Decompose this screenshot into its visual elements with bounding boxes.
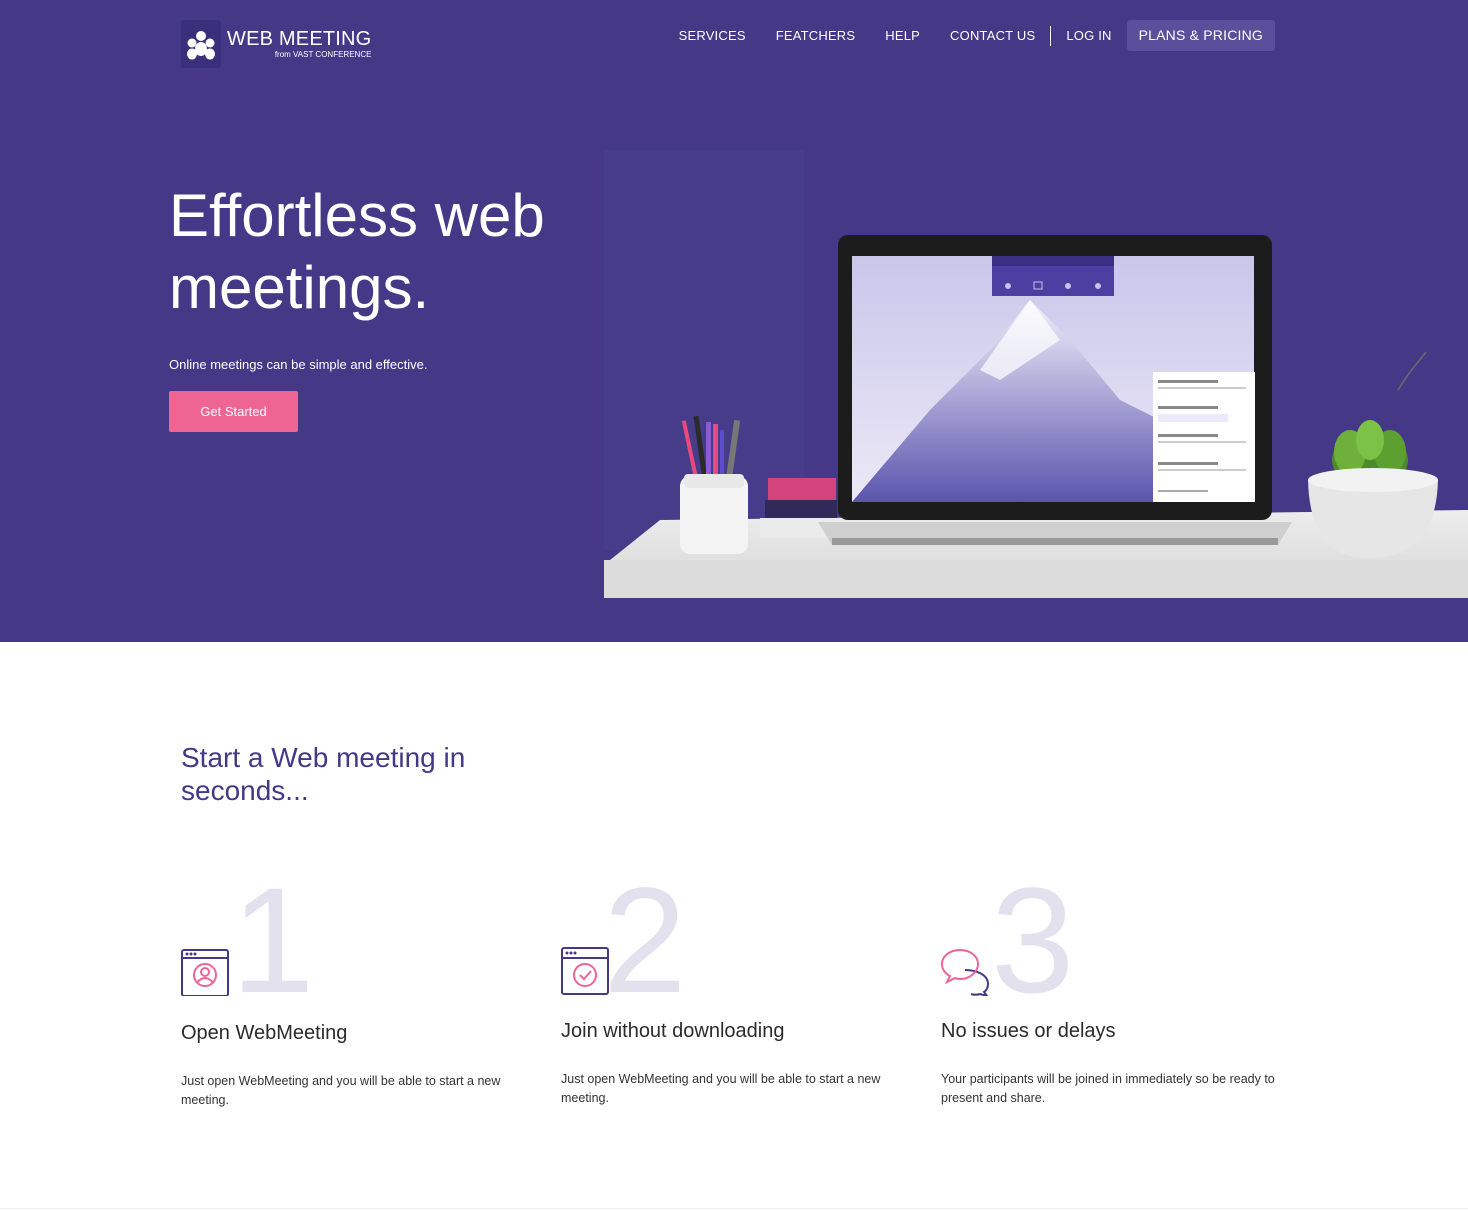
get-started-button[interactable]: Get Started bbox=[169, 391, 298, 432]
steps-heading: Start a Web meeting in seconds... bbox=[181, 742, 466, 806]
nav-divider bbox=[1050, 25, 1052, 46]
people-logo-icon bbox=[181, 20, 221, 68]
step-title: No issues or delays bbox=[941, 1020, 1116, 1042]
brand-subtitle: from VAST CONFERENCE bbox=[274, 50, 372, 59]
brand-title: WEB MEETING bbox=[227, 28, 372, 50]
hero-title: Effortless web meetings. bbox=[169, 182, 545, 321]
step-number: 1 bbox=[231, 856, 315, 1024]
step-description: Your participants will be joined in imme… bbox=[941, 1072, 1275, 1105]
desk-laptop-illustration bbox=[604, 150, 1468, 598]
brand-logo[interactable]: WEB MEETING from VAST CONFERENCE bbox=[181, 20, 371, 68]
chat-bubbles-icon bbox=[941, 948, 990, 996]
browser-user-icon bbox=[181, 949, 229, 996]
step-description: Just open WebMeeting and you will be abl… bbox=[561, 1072, 881, 1105]
step-title: Join without downloading bbox=[561, 1020, 785, 1042]
hero-section: WEB MEETING from VAST CONFERENCE SERVICE… bbox=[0, 0, 1468, 642]
plant-pot bbox=[1308, 351, 1438, 559]
step-number: 3 bbox=[991, 856, 1075, 1024]
plans-pricing-button[interactable]: PLANS & PRICING bbox=[1126, 20, 1275, 51]
main-nav: SERVICES FEATCHERS HELP CONTACT US LOG I… bbox=[679, 20, 1275, 51]
nav-contact-us[interactable]: CONTACT US bbox=[950, 28, 1035, 43]
nav-help[interactable]: HELP bbox=[885, 28, 920, 43]
laptop bbox=[818, 235, 1292, 545]
browser-check-icon bbox=[561, 947, 609, 995]
step-description: Just open WebMeeting and you will be abl… bbox=[181, 1074, 501, 1107]
section-divider bbox=[0, 1208, 1468, 1209]
nav-featchers[interactable]: FEATCHERS bbox=[776, 28, 856, 43]
step-title: Open WebMeeting bbox=[181, 1022, 348, 1044]
login-link[interactable]: LOG IN bbox=[1066, 28, 1111, 43]
nav-services[interactable]: SERVICES bbox=[679, 28, 746, 43]
step-number: 2 bbox=[603, 856, 687, 1024]
hero-subtitle: Online meetings can be simple and effect… bbox=[169, 357, 428, 372]
